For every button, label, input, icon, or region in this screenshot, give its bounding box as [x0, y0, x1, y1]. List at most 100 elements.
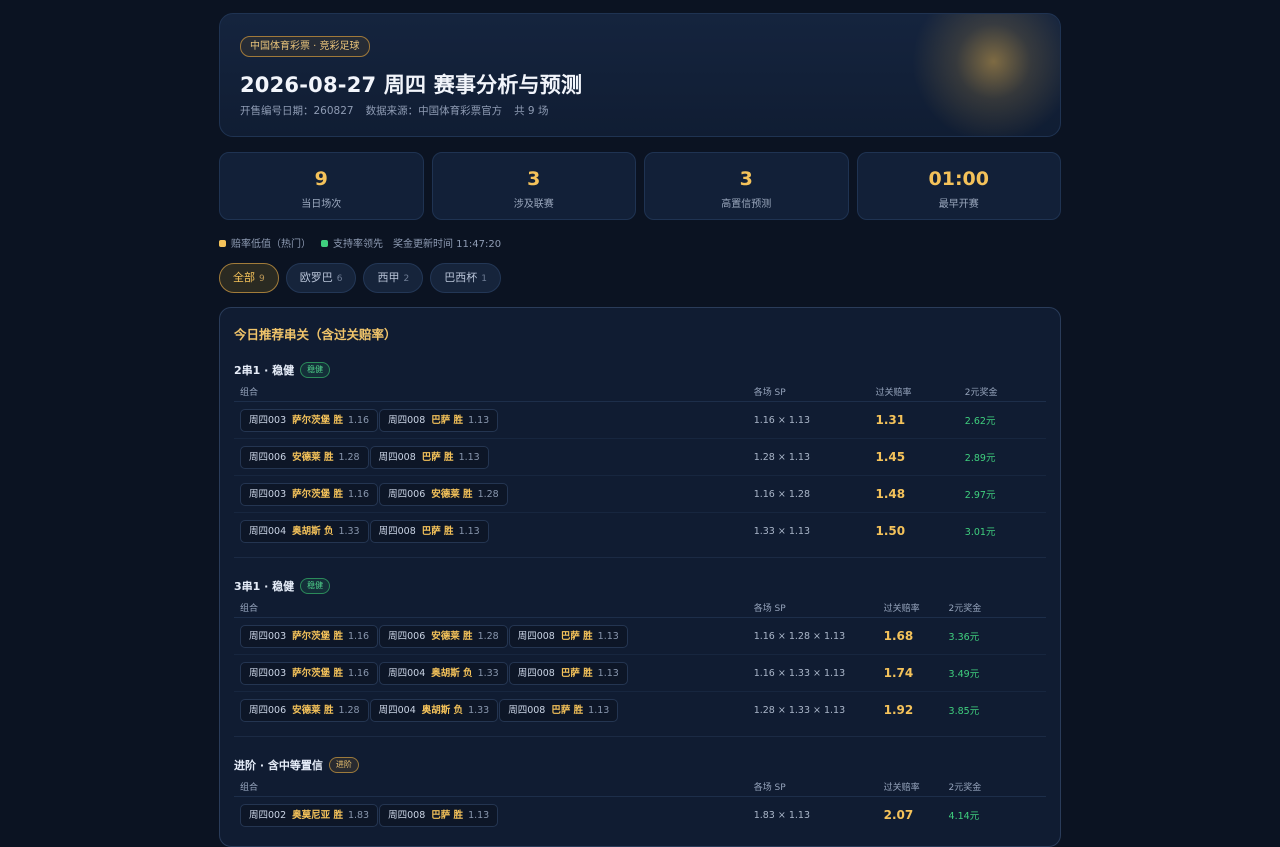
section-title: 2串1 · 稳健 稳健 — [234, 362, 1046, 378]
match-chip[interactable]: 周四004 奥胡斯 负 1.33 — [379, 661, 508, 685]
parlay-table: 组合 各场 SP 过关赔率 2元奖金 周四003 萨尔茨堡 胜 1.16 周四006 安德莱 胜… — [234, 597, 1046, 728]
parlay-rate: 1.48 — [875, 475, 965, 513]
match-pick: 巴萨 胜 — [560, 630, 593, 642]
match-chip[interactable]: 周四008 巴萨 胜 1.13 — [508, 624, 628, 648]
confidence-badge: 稳健 — [300, 578, 331, 594]
match-sp: 1.33 — [468, 704, 490, 716]
tab-count: 2 — [403, 274, 410, 284]
match-chip[interactable]: 周四008 巴萨 胜 1.13 — [369, 445, 489, 469]
match-sp: 1.13 — [458, 451, 480, 463]
green-square-icon — [321, 240, 328, 247]
tab-all[interactable]: 全部 9 — [219, 263, 279, 293]
stat-label: 当日场次 — [301, 199, 342, 210]
stat-value: 3 — [739, 168, 753, 190]
match-sp: 1.16 — [347, 667, 370, 679]
parlay-panel: 今日推荐串关（含过关赔率） 2串1 · 稳健 稳健 组合 各场 SP 过关赔率 2元奖金周… — [219, 307, 1061, 847]
match-id: 周四003 — [249, 488, 287, 500]
match-chip[interactable]: 周四003 萨尔茨堡 胜 1.16 — [240, 482, 379, 506]
table-row[interactable]: 周四006 安德莱 胜 1.28 周四004 奥胡斯 负 1.33 周四008 巴萨 胜 1.1… — [234, 692, 1046, 729]
prize-amount: 3.49元 — [948, 654, 1046, 692]
parlay-rate: 1.74 — [883, 654, 949, 692]
match-pick: 安德莱 胜 — [431, 488, 473, 500]
col-sp: 各场 SP — [753, 597, 884, 618]
match-id: 周四003 — [249, 630, 287, 642]
tab-brazil-cup[interactable]: 巴西杯 1 — [430, 263, 501, 293]
table-row[interactable]: 周四004 奥胡斯 负 1.33 周四008 巴萨 胜 1.13 1.33 × 1.13 1.… — [234, 513, 1046, 550]
prize-amount: 2.97元 — [964, 475, 1046, 513]
col-combo: 组合 — [234, 381, 754, 402]
match-chip[interactable]: 周四004 奥胡斯 负 1.33 — [369, 698, 499, 722]
sp-formula: 1.16 × 1.28 × 1.13 — [753, 617, 884, 655]
tab-count: 9 — [259, 274, 265, 284]
match-chip[interactable]: 周四004 奥胡斯 负 1.33 — [240, 519, 369, 543]
section-title-text: 3串1 · 稳健 — [234, 580, 295, 593]
parlay-section: 2串1 · 稳健 稳健 组合 各场 SP 过关赔率 2元奖金 周四003 萨尔茨堡 胜 1.16… — [234, 362, 1046, 558]
update-time: 奖金更新时间 11:47:20 — [393, 238, 502, 250]
col-combo: 组合 — [234, 597, 754, 618]
stat-label: 高置信预测 — [721, 199, 772, 210]
match-chip[interactable]: 周四008 巴萨 胜 1.13 — [369, 519, 489, 543]
sp-formula: 1.16 × 1.13 — [753, 401, 876, 439]
sp-formula: 1.33 × 1.13 — [753, 525, 810, 537]
match-sp: 1.33 — [477, 667, 499, 679]
section-title-text: 2串1 · 稳健 — [234, 364, 295, 377]
stat-high-confidence: 3 高置信预测 — [644, 152, 849, 220]
stats-row: 9 当日场次 3 涉及联赛 3 高置信预测 01:00 最早开赛 — [219, 152, 1061, 220]
tab-europa[interactable]: 欧罗巴 6 — [285, 263, 357, 293]
match-sp: 1.28 — [477, 488, 499, 500]
table-row[interactable]: 周四006 安德莱 胜 1.28 周四008 巴萨 胜 1.13 1.28 × 1.13 1.… — [234, 438, 1046, 476]
sp-formula: 1.83 × 1.13 — [753, 809, 810, 821]
match-pick: 安德莱 胜 — [292, 704, 334, 716]
match-pick: 奥胡斯 负 — [292, 525, 334, 537]
match-sp: 1.33 — [338, 525, 360, 537]
prize-amount: 2.89元 — [964, 438, 1046, 476]
stat-leagues: 3 涉及联赛 — [431, 152, 636, 220]
hero-glow — [900, 14, 1060, 136]
legend-low-odds: 赔率低值（热门） — [219, 235, 311, 250]
match-sp: 1.16 — [347, 414, 370, 426]
match-chip[interactable]: 周四003 萨尔茨堡 胜 1.16 — [240, 408, 379, 432]
parlay-sections: 2串1 · 稳健 稳健 组合 各场 SP 过关赔率 2元奖金 周四003 萨尔茨堡 胜 1.16… — [234, 362, 1046, 833]
sp-formula: 1.28 × 1.33 × 1.13 — [753, 704, 846, 716]
match-chip[interactable]: 周四003 萨尔茨堡 胜 1.16 — [240, 661, 379, 685]
match-chip[interactable]: 周四008 巴萨 胜 1.13 — [499, 698, 619, 722]
match-id: 周四006 — [249, 451, 287, 463]
match-chip[interactable]: 周四008 巴萨 胜 1.13 — [379, 408, 499, 432]
legend: 赔率低值（热门） 支持率领先 奖金更新时间 11:47:20 — [219, 234, 1061, 250]
match-chip[interactable]: 周四002 奥莫尼亚 胜 1.83 — [240, 803, 379, 827]
table-row[interactable]: 周四003 萨尔茨堡 胜 1.16 周四006 安德莱 胜 1.28 周四008 巴萨 胜 1.… — [234, 617, 1046, 655]
panel-title: 今日推荐串关（含过关赔率） — [234, 327, 397, 342]
match-pick: 巴萨 胜 — [421, 451, 454, 463]
match-chip[interactable]: 周四003 萨尔茨堡 胜 1.16 — [240, 624, 379, 648]
table-row[interactable]: 周四003 萨尔茨堡 胜 1.16 周四004 奥胡斯 负 1.33 周四008 巴萨 胜 1.… — [234, 654, 1046, 692]
match-sp: 1.28 — [338, 451, 360, 463]
legend-support: 支持率领先 — [321, 235, 383, 250]
tab-label: 巴西杯 — [444, 271, 478, 284]
match-pick: 萨尔茨堡 胜 — [292, 488, 343, 500]
col-rate: 过关赔率 — [883, 776, 949, 797]
sp-formula: 1.16 × 1.28 — [753, 475, 876, 513]
table-row[interactable]: 周四003 萨尔茨堡 胜 1.16 周四006 安德莱 胜 1.28 1.16 × 1.28… — [234, 475, 1046, 513]
match-chip[interactable]: 周四006 安德莱 胜 1.28 — [379, 624, 508, 648]
match-chip[interactable]: 周四006 安德莱 胜 1.28 — [379, 482, 508, 506]
table-row[interactable]: 周四003 萨尔茨堡 胜 1.16 周四008 巴萨 胜 1.13 1.16 × 1.13 1… — [234, 401, 1046, 439]
match-chip[interactable]: 周四008 巴萨 胜 1.13 — [508, 661, 628, 685]
col-rate: 过关赔率 — [883, 597, 949, 618]
match-id: 周四004 — [249, 525, 287, 537]
match-id: 周四004 — [388, 667, 426, 679]
parlay-table: 组合 各场 SP 过关赔率 2元奖金 周四003 萨尔茨堡 胜 1.16 周四008 巴萨 胜 1… — [234, 381, 1046, 549]
stat-value: 01:00 — [928, 168, 989, 190]
match-id: 周四008 — [378, 525, 416, 537]
stat-earliest-kickoff: 01:00 最早开赛 — [856, 152, 1061, 220]
match-id: 周四008 — [388, 809, 426, 821]
combo-cell: 周四003 萨尔茨堡 胜 1.16 周四004 奥胡斯 负 1.33 周四008 巴萨 胜 1.… — [234, 654, 754, 692]
match-chip[interactable]: 周四006 安德莱 胜 1.28 — [240, 698, 369, 722]
match-chip[interactable]: 周四006 安德莱 胜 1.28 — [240, 445, 369, 469]
parlay-rate: 1.31 — [875, 401, 965, 439]
section-divider — [234, 557, 1046, 558]
tab-laliga[interactable]: 西甲 2 — [363, 263, 424, 293]
match-pick: 奥胡斯 负 — [421, 704, 464, 716]
col-sp: 各场 SP — [753, 776, 884, 797]
table-row[interactable]: 周四002 奥莫尼亚 胜 1.83 周四008 巴萨 胜 1.13 1.83 × 1.13 2… — [234, 797, 1046, 834]
match-chip[interactable]: 周四008 巴萨 胜 1.13 — [379, 803, 499, 827]
